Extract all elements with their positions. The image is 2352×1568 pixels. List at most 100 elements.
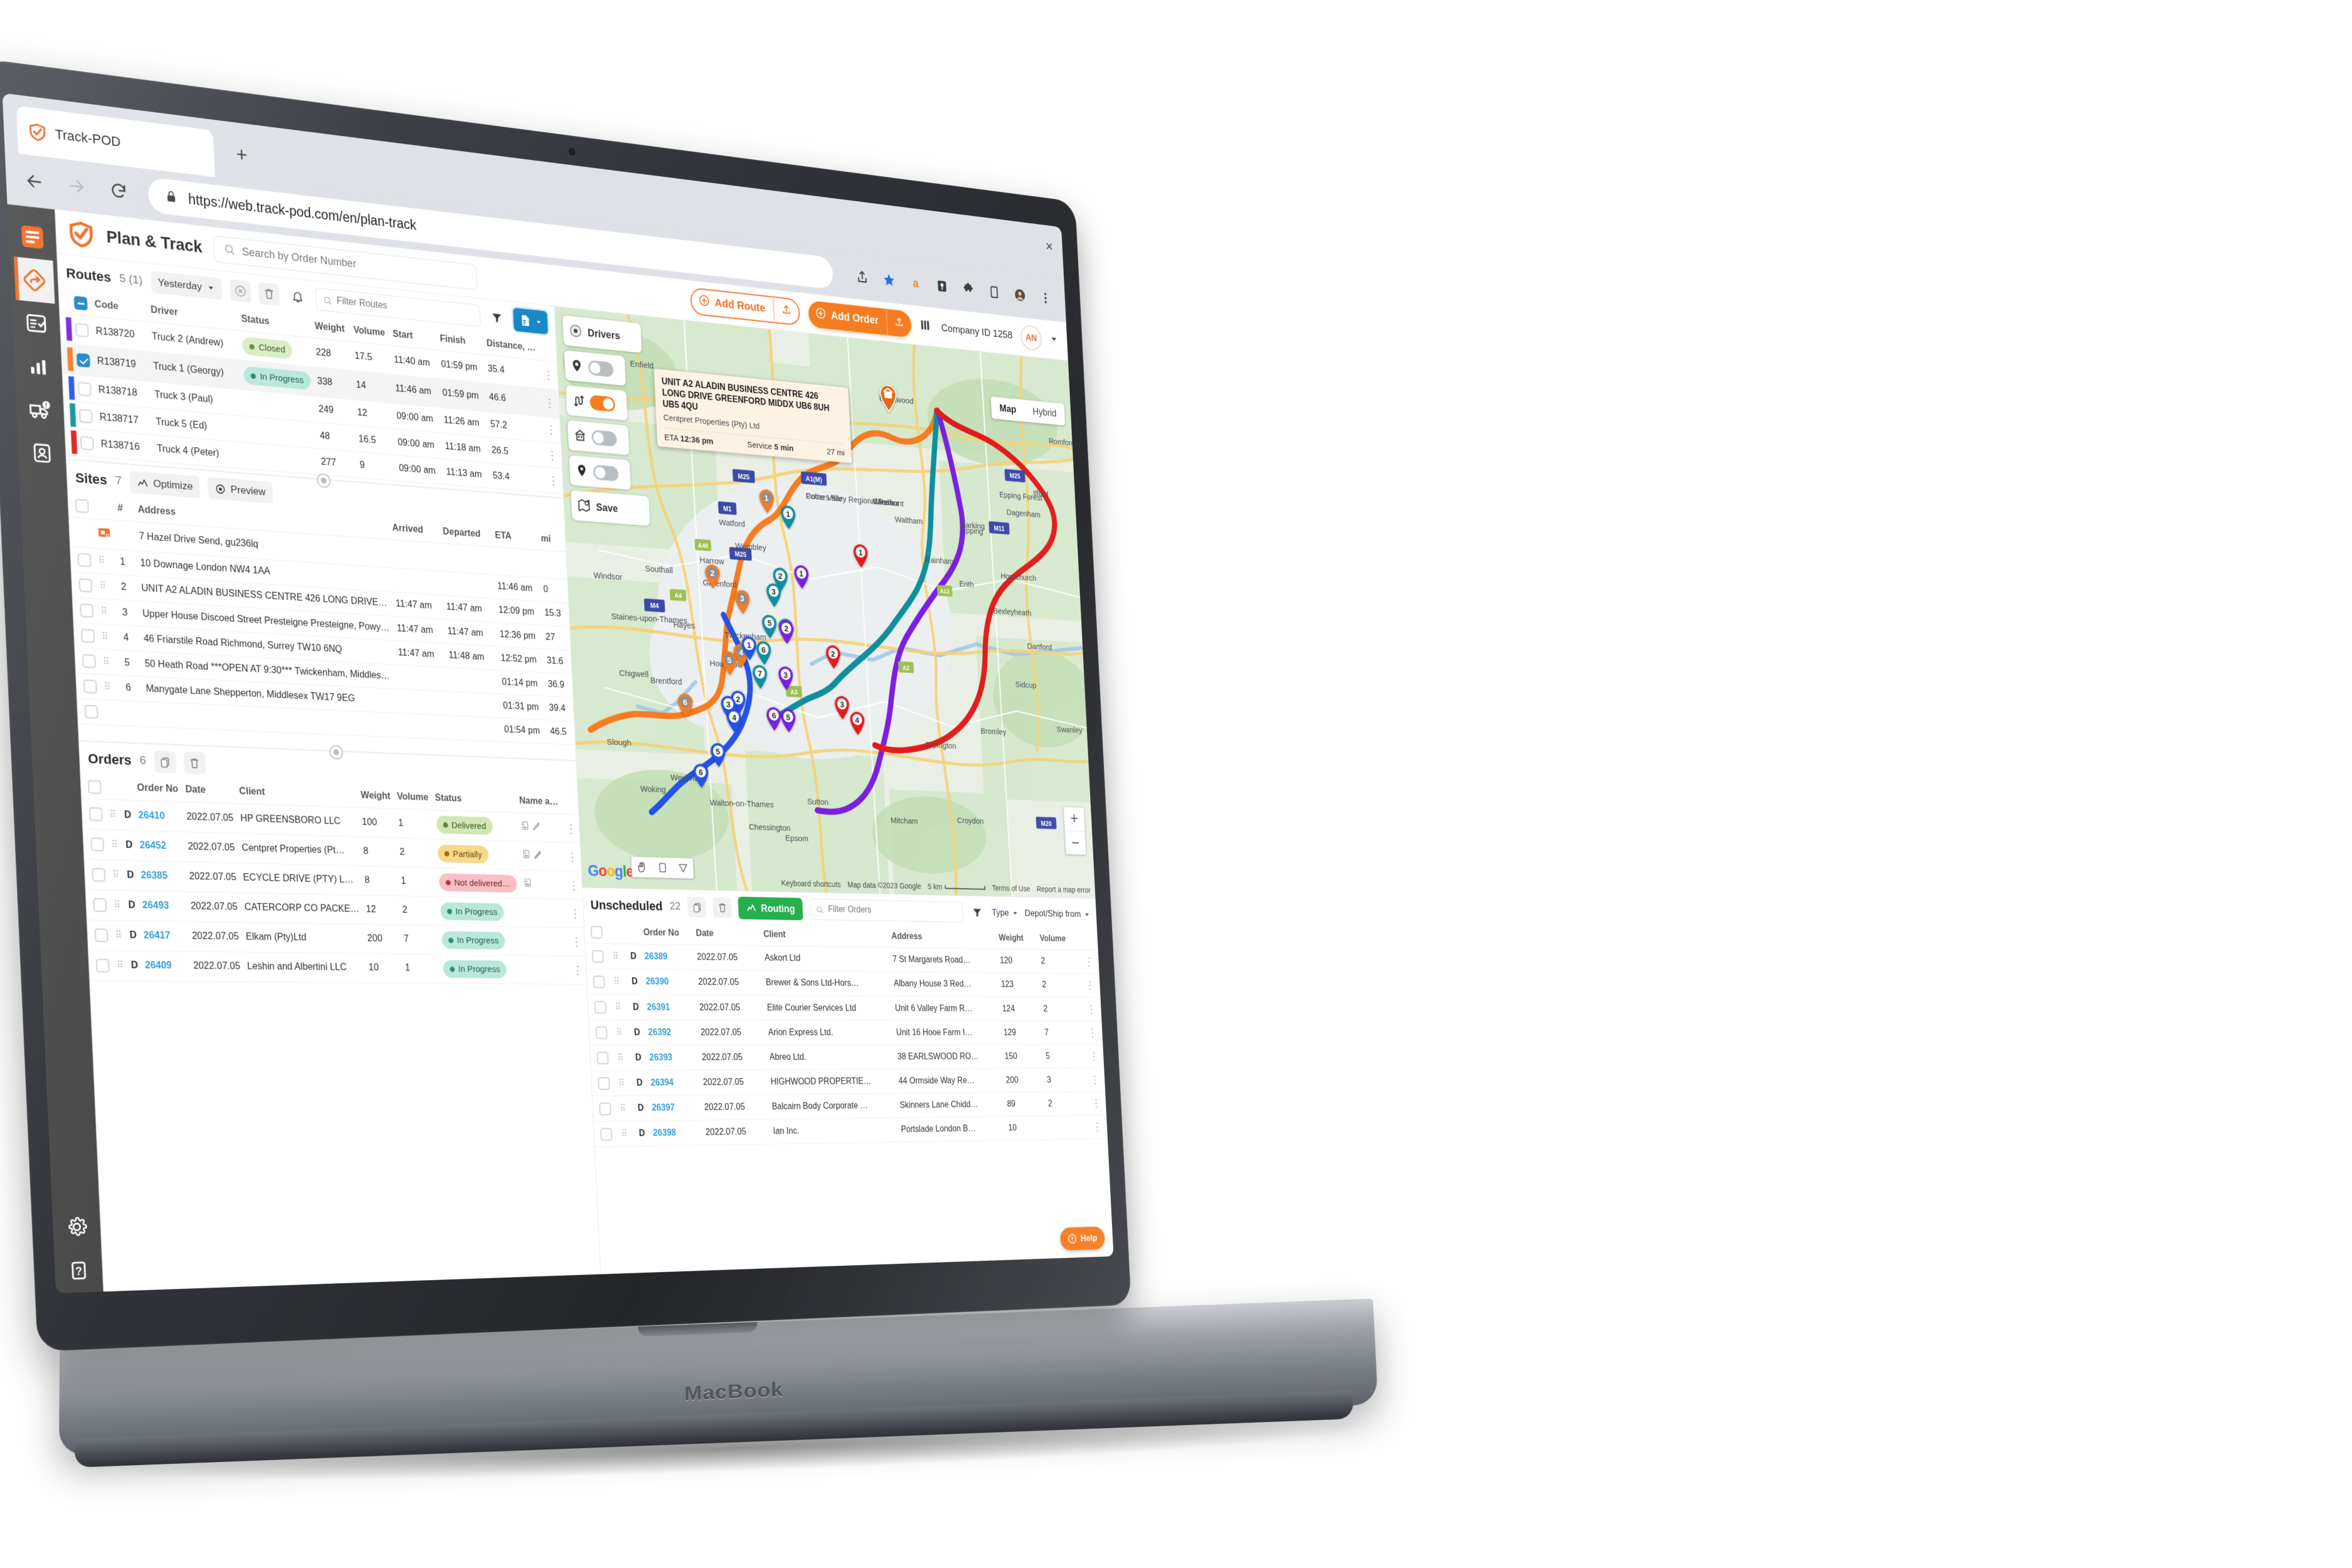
- route-row-checkbox[interactable]: [78, 408, 93, 423]
- order-number-link[interactable]: 26390: [645, 977, 669, 987]
- routes-funnel-filter-icon[interactable]: [487, 307, 507, 328]
- new-tab-icon[interactable]: +: [230, 142, 253, 169]
- row-menu-icon[interactable]: ⋮: [1089, 1051, 1099, 1062]
- drag-handle-icon[interactable]: ⠿: [613, 977, 620, 987]
- row-menu-icon[interactable]: ⋮: [544, 396, 556, 410]
- site-row-checkbox[interactable]: [78, 578, 93, 593]
- order-number-link[interactable]: 26392: [648, 1027, 671, 1037]
- copy-orders-icon[interactable]: [154, 750, 176, 773]
- route-row-checkbox[interactable]: [76, 352, 90, 368]
- route-stop-marker[interactable]: 1: [852, 543, 869, 569]
- table-row[interactable]: ⠿ D 26409 2022.07.05 Leshin and Albertini LL…: [88, 950, 588, 985]
- drag-handle-icon[interactable]: ⠿: [114, 900, 121, 911]
- route-stop-marker[interactable]: 3: [733, 589, 751, 615]
- nav-menu-button[interactable]: [12, 213, 53, 261]
- route-stop-marker[interactable]: 5: [761, 613, 779, 639]
- markers-toggle[interactable]: [588, 359, 614, 378]
- help-button[interactable]: ? Help: [1059, 1226, 1105, 1251]
- drag-handle-icon[interactable]: ⠿: [100, 606, 108, 617]
- locations-toggle[interactable]: [593, 464, 619, 482]
- layout-columns-icon[interactable]: [919, 317, 933, 335]
- drag-handle-icon[interactable]: ⠿: [621, 1128, 628, 1138]
- unscheduled-row-checkbox[interactable]: [595, 1025, 608, 1039]
- row-menu-icon[interactable]: ⋮: [567, 850, 579, 864]
- route-row-checkbox[interactable]: [77, 381, 92, 396]
- order-number-link[interactable]: 26391: [647, 1002, 670, 1012]
- row-menu-icon[interactable]: ⋮: [543, 368, 554, 382]
- routes-report-button[interactable]: [512, 307, 548, 335]
- order-row-checkbox[interactable]: [95, 958, 110, 973]
- user-avatar[interactable]: AN: [1020, 324, 1042, 351]
- site-row-checkbox[interactable]: [83, 679, 97, 694]
- route-stop-marker[interactable]: 4: [849, 711, 866, 736]
- tab-close-icon[interactable]: ×: [1042, 237, 1056, 255]
- nav-orders-checklist-icon[interactable]: [16, 300, 56, 347]
- order-row-checkbox[interactable]: [92, 867, 106, 882]
- unscheduled-row-checkbox[interactable]: [599, 1102, 612, 1115]
- order-number-link[interactable]: 26389: [644, 951, 667, 961]
- table-row[interactable]: ⠿ D 26393 2022.07.05 Abreo Ltd. 38 EARLSWOOD …: [590, 1044, 1104, 1071]
- signature-icon[interactable]: [532, 822, 542, 834]
- row-menu-icon[interactable]: ⋮: [1093, 1121, 1103, 1133]
- drag-handle-icon[interactable]: ⠿: [110, 809, 117, 820]
- zoom-out-button[interactable]: −: [1064, 830, 1086, 855]
- row-menu-icon[interactable]: ⋮: [1088, 1027, 1098, 1039]
- forward-icon[interactable]: [64, 172, 89, 199]
- drag-handle-icon[interactable]: ⠿: [112, 869, 120, 880]
- unscheduled-row-checkbox[interactable]: [596, 1051, 609, 1064]
- drag-handle-icon[interactable]: ⠿: [98, 556, 105, 566]
- route-stop-marker[interactable]: 1: [758, 489, 776, 514]
- drag-handle-icon[interactable]: ⠿: [620, 1103, 627, 1113]
- row-menu-icon[interactable]: ⋮: [1090, 1074, 1100, 1086]
- signature-icon[interactable]: [533, 850, 543, 862]
- site-row-checkbox[interactable]: [82, 654, 97, 669]
- drag-handle-icon[interactable]: ⠿: [615, 1002, 622, 1012]
- drag-handle-icon[interactable]: ⠿: [616, 1027, 623, 1037]
- import-orders-upload-icon[interactable]: [887, 314, 911, 332]
- drag-handle-icon[interactable]: ⠿: [99, 581, 107, 591]
- drag-handle-icon[interactable]: ⠿: [115, 930, 122, 941]
- locations-toggle-row[interactable]: [569, 455, 632, 490]
- row-menu-icon[interactable]: ⋮: [571, 936, 583, 949]
- bookmark-star-icon[interactable]: [881, 270, 898, 290]
- nav-settings-gear-icon[interactable]: [56, 1205, 97, 1249]
- unscheduled-row-checkbox[interactable]: [598, 1076, 610, 1090]
- nav-drivers-card-icon[interactable]: [21, 430, 62, 476]
- close-routes-icon[interactable]: [229, 279, 252, 303]
- order-number-link[interactable]: 26452: [139, 840, 166, 851]
- preview-button[interactable]: Preview: [207, 477, 273, 504]
- drag-handle-icon[interactable]: ⠿: [117, 960, 124, 971]
- order-number-link[interactable]: 26410: [138, 810, 165, 821]
- order-number-link[interactable]: 26493: [142, 900, 169, 911]
- route-stop-marker[interactable]: 6: [765, 706, 783, 732]
- drag-handle-icon[interactable]: ⠿: [103, 656, 110, 667]
- route-stop-marker[interactable]: 4: [725, 708, 743, 734]
- table-row[interactable]: ⠿ D 26392 2022.07.05 Arion Express Ltd. Unit …: [588, 1019, 1103, 1046]
- site-row-checkbox[interactable]: [77, 553, 92, 568]
- drag-handle-icon[interactable]: ⠿: [111, 839, 119, 850]
- reload-icon[interactable]: [106, 177, 131, 204]
- row-menu-icon[interactable]: ⋮: [548, 474, 559, 488]
- import-routes-upload-icon[interactable]: [774, 302, 799, 320]
- share-icon[interactable]: [854, 267, 871, 287]
- back-icon[interactable]: [21, 167, 47, 195]
- report-error-link[interactable]: Report a map error: [1036, 884, 1091, 894]
- select-all-sites-checkbox[interactable]: [75, 499, 89, 514]
- save-map-row[interactable]: Save: [570, 490, 650, 526]
- map-type-hybrid[interactable]: Hybrid: [1024, 400, 1065, 425]
- route-stop-marker[interactable]: 1: [779, 504, 797, 530]
- depots-toggle-row[interactable]: [567, 420, 630, 455]
- pan-hand-icon[interactable]: [631, 857, 653, 878]
- route-stop-marker[interactable]: 1: [740, 635, 758, 661]
- order-number-link[interactable]: 26385: [140, 870, 167, 881]
- select-all-unscheduled-checkbox[interactable]: [590, 926, 603, 939]
- route-row-checkbox[interactable]: [80, 435, 94, 450]
- unscheduled-funnel-filter-icon[interactable]: [969, 903, 986, 922]
- site-row-checkbox[interactable]: [84, 704, 98, 719]
- route-stop-marker[interactable]: 2: [703, 563, 721, 589]
- delete-routes-icon[interactable]: [258, 282, 280, 306]
- drag-handle-icon[interactable]: ⠿: [617, 1052, 624, 1062]
- photo-icon[interactable]: [523, 881, 532, 891]
- order-row-checkbox[interactable]: [94, 928, 109, 943]
- unscheduled-row-checkbox[interactable]: [591, 950, 604, 963]
